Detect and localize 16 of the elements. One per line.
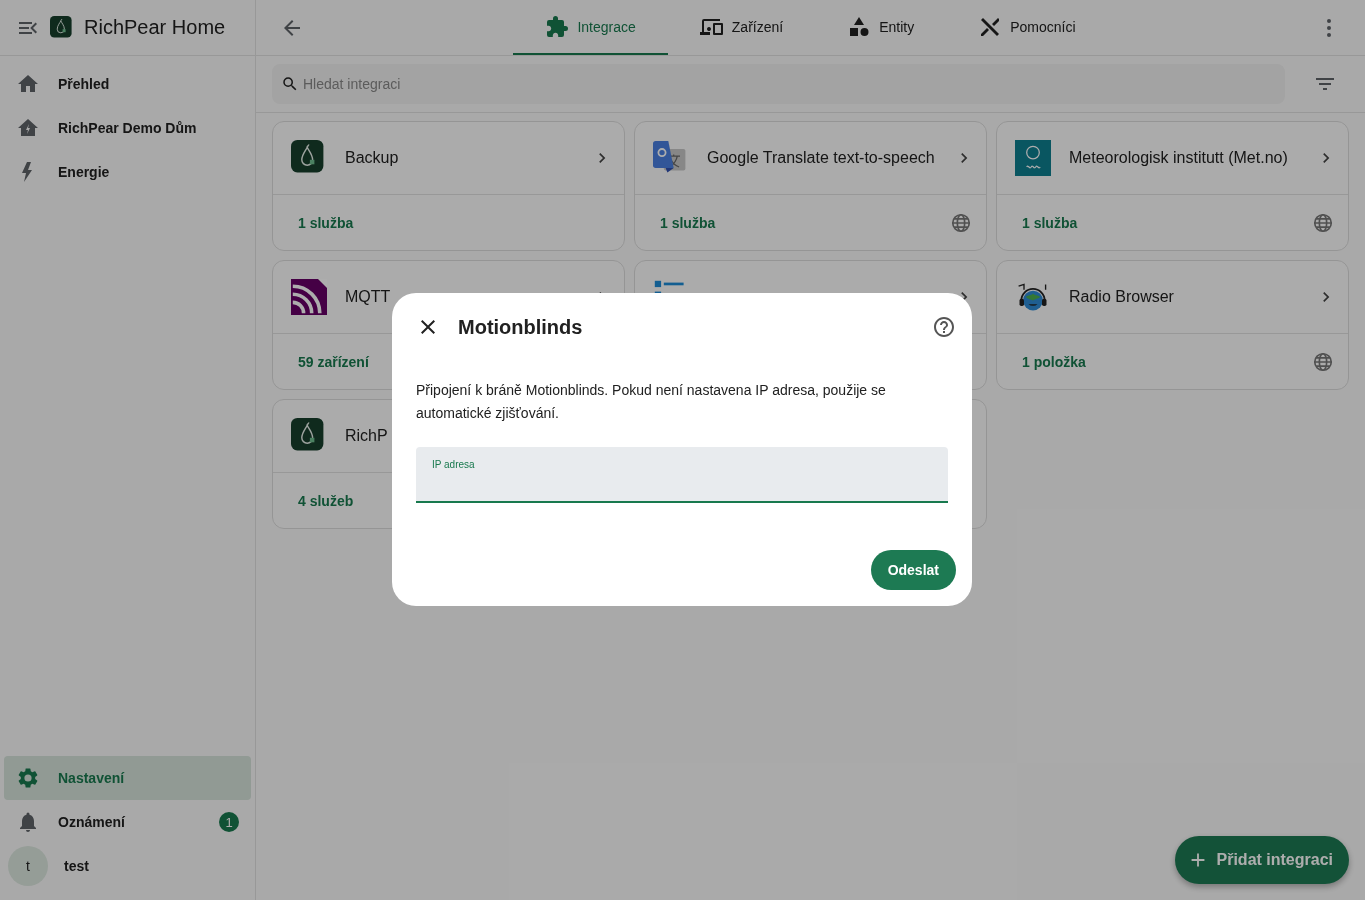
nav-label: Oznámení bbox=[58, 814, 126, 830]
integration-name: RichP bbox=[345, 427, 389, 445]
user-name: test bbox=[64, 858, 89, 874]
dialog-title: Motionblinds bbox=[458, 315, 583, 339]
notification-count: 1 bbox=[219, 812, 239, 832]
integration-name: MQTT bbox=[345, 288, 392, 306]
integration-name: Google Translate text-to-speech bbox=[707, 149, 936, 167]
nav-label: Energie bbox=[58, 164, 111, 180]
integration-name: Meteorologisk institutt (Met.no) bbox=[1069, 149, 1289, 167]
nav-label: Přehled bbox=[58, 76, 111, 92]
nav-label: Nastavení bbox=[58, 770, 126, 786]
dialog-description: Připojení k bráně Motionblinds. Pokud není nastavena IP adresa, použije se automatické zjišťování. bbox=[416, 381, 887, 423]
integration-name: Radio Browser bbox=[1069, 288, 1175, 306]
app-title: RichPear Home bbox=[84, 16, 226, 39]
integration-name: Backup bbox=[345, 149, 400, 167]
nav-label: RichPear Demo Dům bbox=[58, 120, 198, 136]
